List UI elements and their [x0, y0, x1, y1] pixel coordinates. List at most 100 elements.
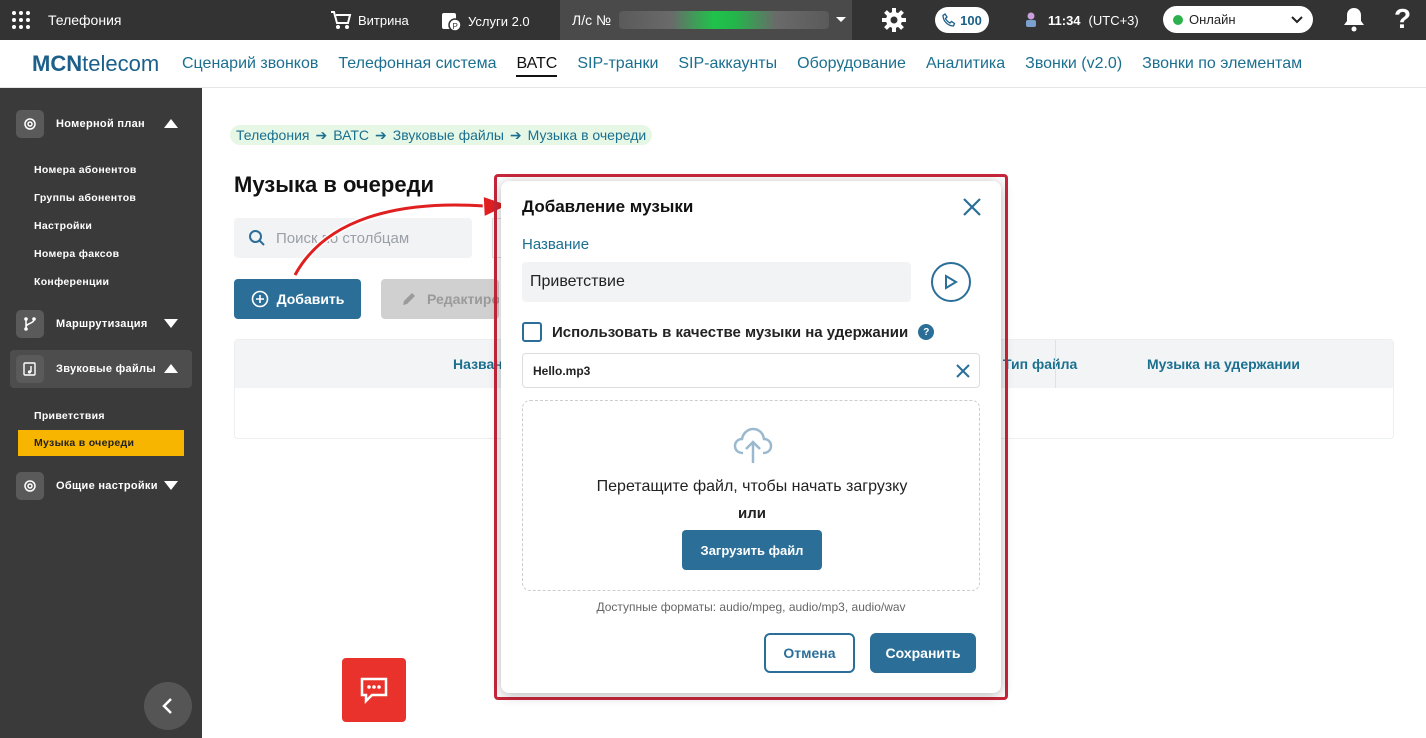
showcase-label: Витрина	[358, 12, 409, 28]
add-button[interactable]: Добавить	[234, 279, 361, 319]
add-music-dialog: Добавление музыки Название Приветствие И…	[501, 181, 1001, 693]
account-selector[interactable]: Л/с №	[560, 0, 852, 40]
sidebar-section-label: Общие настройки	[56, 480, 158, 492]
caret-up-icon	[164, 364, 178, 373]
breadcrumb-item[interactable]: Звуковые файлы	[393, 127, 504, 143]
column-divider	[1055, 340, 1056, 388]
column-header-hold-music[interactable]: Музыка на удержании	[1147, 356, 1300, 372]
sidebar-item-conferences[interactable]: Конференции	[18, 269, 184, 295]
breadcrumb-item: Музыка в очереди	[527, 127, 647, 143]
nav-tab-analytics[interactable]: Аналитика	[926, 55, 1005, 77]
edit-button[interactable]: Редактировать	[381, 279, 499, 319]
sidebar-section-label: Номерной план	[56, 118, 145, 130]
cancel-button[interactable]: Отмена	[764, 633, 855, 673]
sidebar-item-settings[interactable]: Настройки	[18, 213, 184, 239]
dropzone-or-text: или	[738, 505, 766, 522]
apps-grid-icon[interactable]	[12, 11, 30, 29]
chat-button[interactable]	[342, 658, 406, 722]
sidebar-section-routing[interactable]: Маршрутизация	[10, 305, 192, 343]
column-header-file-type[interactable]: Тип файла	[1003, 356, 1077, 372]
active-calls-badge[interactable]: 100	[935, 7, 989, 33]
remove-file-icon[interactable]	[955, 363, 971, 379]
formats-hint: Доступные форматы: audio/mpeg, audio/mp3…	[596, 600, 906, 614]
plus-circle-icon	[251, 290, 268, 308]
status-select[interactable]: Онлайн	[1163, 6, 1313, 33]
sidebar-section-number-plan[interactable]: Номерной план	[10, 105, 192, 143]
nav-tab-vats[interactable]: ВАТС	[516, 55, 558, 77]
pencil-icon	[403, 293, 415, 305]
nav-tab-calls-by-elements[interactable]: Звонки по элементам	[1142, 55, 1302, 77]
status-value: Онлайн	[1189, 12, 1236, 27]
nav-tab-call-scenario[interactable]: Сценарий звонков	[182, 55, 318, 77]
notifications-bell-icon[interactable]	[1342, 6, 1366, 32]
breadcrumb-item[interactable]: Телефония	[236, 127, 309, 143]
name-input[interactable]: Приветствие	[522, 262, 911, 302]
sidebar-item-subscriber-numbers[interactable]: Номера абонентов	[18, 157, 184, 183]
help-icon[interactable]: ?	[1394, 3, 1411, 35]
sidebar-collapse-button[interactable]	[144, 682, 192, 730]
add-button-label: Добавить	[276, 291, 345, 307]
nav-tab-sip-accounts[interactable]: SIP-аккаунты	[678, 55, 777, 77]
cloud-upload-icon	[733, 427, 773, 463]
sidebar: Номерной план Номера абонентов Группы аб…	[0, 88, 202, 738]
dropzone-text: Перетащите файл, чтобы начать загрузку	[596, 478, 908, 495]
close-icon[interactable]	[961, 196, 983, 218]
nav-tab-phone-system[interactable]: Телефонная система	[338, 55, 496, 77]
play-icon	[945, 274, 958, 290]
nav-tab-equipment[interactable]: Оборудование	[797, 55, 906, 77]
account-label: Л/с №	[572, 12, 611, 28]
sidebar-item-fax-numbers[interactable]: Номера факсов	[18, 241, 184, 267]
breadcrumb: Телефония ➔ ВАТС ➔ Звуковые файлы ➔ Музы…	[230, 125, 653, 145]
breadcrumb-item[interactable]: ВАТС	[333, 127, 369, 143]
chevron-down-icon	[836, 17, 846, 22]
play-button[interactable]	[931, 262, 971, 302]
question-icon[interactable]: ?	[918, 324, 935, 340]
nav-tabs: Сценарий звонков Телефонная система ВАТС…	[182, 55, 1302, 77]
services-label: Услуги 2.0	[468, 13, 530, 29]
gear-icon	[16, 110, 44, 138]
chevron-down-icon	[1291, 15, 1303, 23]
sidebar-item-queue-music[interactable]: Музыка в очереди	[18, 430, 184, 456]
branch-icon	[16, 310, 44, 338]
name-label: Название	[522, 236, 590, 253]
account-number-masked	[619, 11, 829, 29]
search-icon	[249, 230, 265, 246]
main-nav: MCNtelecom Сценарий звонков Телефонная с…	[0, 40, 1426, 88]
caret-up-icon	[164, 119, 178, 128]
phone-icon	[942, 13, 956, 27]
hold-music-label[interactable]: Использовать в качестве музыки на удержа…	[552, 324, 908, 341]
calls-count: 100	[960, 12, 982, 28]
cart-icon	[331, 11, 352, 29]
user-avatar-icon	[1026, 12, 1036, 27]
caret-down-icon	[164, 319, 178, 328]
nav-tab-calls-v2[interactable]: Звонки (v2.0)	[1025, 55, 1122, 77]
clock: 11:34 (UTC+3)	[1022, 11, 1139, 29]
sidebar-item-greetings[interactable]: Приветствия	[18, 403, 184, 429]
svg-text:P: P	[453, 22, 458, 31]
nav-tab-sip-trunks[interactable]: SIP-транки	[577, 55, 658, 77]
hold-music-checkbox[interactable]	[522, 322, 542, 342]
sidebar-section-sound-files[interactable]: Звуковые файлы	[10, 350, 192, 388]
logo[interactable]: MCNtelecom	[32, 51, 159, 77]
caret-down-icon	[164, 481, 178, 490]
save-button[interactable]: Сохранить	[870, 633, 976, 673]
upload-file-button[interactable]: Загрузить файл	[682, 530, 822, 570]
top-bar: Телефония Витрина P Услуги 2.0 Л/с № 100…	[0, 0, 1426, 40]
file-name: Hello.mp3	[533, 363, 591, 378]
annotation-arrow	[292, 194, 511, 277]
sidebar-item-subscriber-groups[interactable]: Группы абонентов	[18, 185, 184, 211]
online-dot-icon	[1173, 14, 1183, 25]
attached-file: Hello.mp3	[522, 353, 980, 388]
settings-gear-icon[interactable]	[880, 6, 908, 34]
chevron-left-icon	[162, 698, 172, 714]
hold-music-option: Использовать в качестве музыки на удержа…	[522, 322, 935, 342]
services-link[interactable]: P Услуги 2.0	[440, 10, 530, 32]
sidebar-section-general-settings[interactable]: Общие настройки	[10, 467, 192, 505]
services-icon: P	[442, 13, 462, 32]
file-dropzone[interactable]: Перетащите файл, чтобы начать загрузку и…	[522, 400, 980, 591]
gear-icon	[16, 472, 44, 500]
time-text: 11:34	[1048, 12, 1081, 28]
showcase-link[interactable]: Витрина	[330, 10, 409, 30]
arrow-right-icon: ➔	[509, 126, 522, 143]
sidebar-section-label: Звуковые файлы	[56, 363, 156, 375]
